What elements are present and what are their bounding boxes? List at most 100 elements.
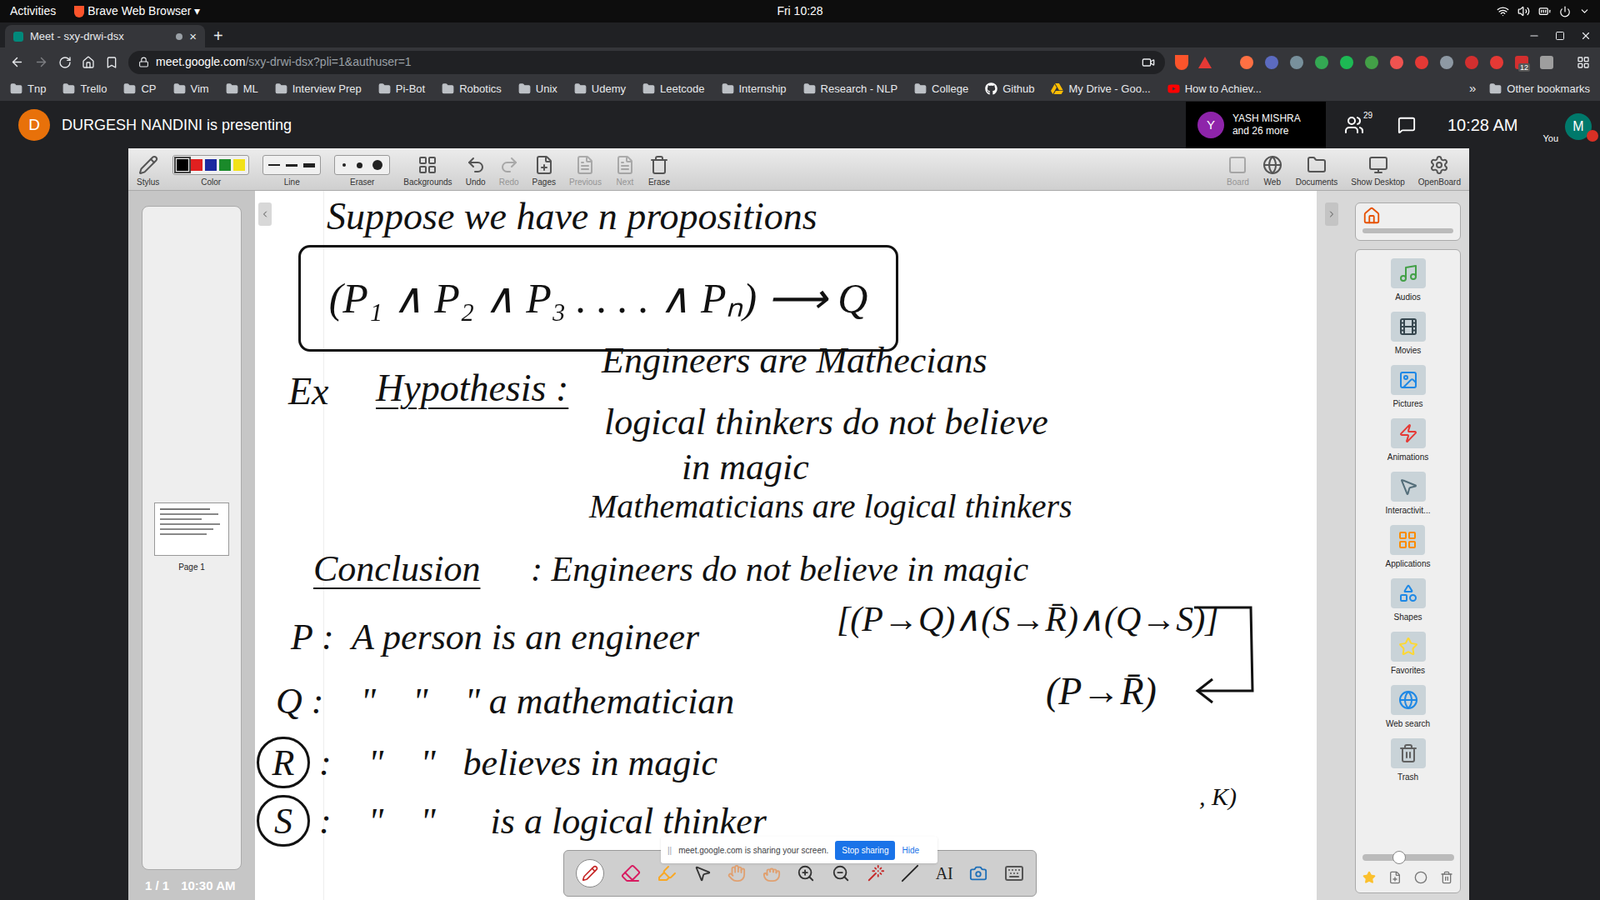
extension-icon[interactable]: [1315, 55, 1329, 70]
highlighter-icon[interactable]: [656, 863, 677, 884]
library-item[interactable]: Audios: [1390, 258, 1426, 304]
color-swatch[interactable]: [219, 159, 231, 171]
media-icon[interactable]: [1540, 55, 1554, 70]
library-item[interactable]: Interactivit...: [1385, 471, 1431, 517]
library-item[interactable]: Favorites: [1390, 631, 1426, 677]
keyboard-icon[interactable]: [1004, 863, 1025, 884]
extension-icon[interactable]: [1465, 55, 1479, 70]
eraser-large[interactable]: [372, 160, 383, 170]
toolbar-button[interactable]: OpenBoard: [1418, 148, 1461, 190]
toolbar-button[interactable]: Web: [1262, 148, 1283, 190]
activities-button[interactable]: Activities: [10, 2, 56, 20]
new-tab-button[interactable]: +: [213, 27, 224, 45]
extension-icon[interactable]: [1490, 55, 1504, 70]
zoom-out-icon[interactable]: [831, 864, 850, 883]
extension-icon[interactable]: [1290, 55, 1304, 70]
volume-icon[interactable]: [1517, 5, 1530, 18]
drag-handle[interactable]: ||: [667, 844, 672, 857]
address-field[interactable]: meet.google.com/sxy-drwi-dsx?pli=1&authu…: [128, 50, 1165, 75]
minimize-icon[interactable]: [1528, 30, 1540, 42]
participant-chip[interactable]: YYASH MISHRAand 26 more: [1185, 101, 1326, 149]
bookmark-item[interactable]: Vim: [173, 80, 210, 98]
bookmark-item[interactable]: Unix: [518, 80, 558, 98]
extension-icon[interactable]: [1240, 55, 1254, 70]
back-icon[interactable]: [10, 55, 25, 70]
people-button[interactable]: 29: [1344, 115, 1365, 135]
bookmark-item[interactable]: Robotics: [441, 80, 502, 98]
erasers-group[interactable]: Eraser: [334, 148, 390, 190]
interact-icon[interactable]: [727, 864, 746, 883]
extension-icon[interactable]: [1340, 55, 1354, 70]
maximize-icon[interactable]: [1555, 30, 1565, 41]
bookmark-item[interactable]: Trello: [62, 80, 107, 98]
extension-icon[interactable]: [1415, 55, 1429, 70]
library-item[interactable]: Pictures: [1390, 365, 1426, 410]
bookmark-item[interactable]: Udemy: [574, 80, 626, 98]
eraser-icon[interactable]: [620, 863, 641, 884]
bookmark-item[interactable]: Tnp: [10, 80, 46, 98]
toolbar-button[interactable]: Undo: [465, 148, 486, 190]
toolbar-button[interactable]: Backgrounds: [403, 148, 452, 190]
library-item[interactable]: Shapes: [1390, 578, 1426, 624]
selector-icon[interactable]: [693, 864, 712, 883]
toolbar-button[interactable]: Erase: [648, 148, 670, 190]
toolbar-button[interactable]: Pages: [532, 148, 556, 190]
toolbar-button[interactable]: Previous: [569, 148, 602, 190]
text-tool[interactable]: AI: [935, 860, 954, 886]
library-item[interactable]: Trash: [1390, 738, 1426, 784]
page-thumbnail[interactable]: [154, 502, 230, 556]
clock[interactable]: Fri 10:28: [536, 2, 1064, 20]
lines-group[interactable]: Line: [262, 148, 321, 190]
hide-button[interactable]: Hide: [901, 844, 920, 857]
extension-with-badge[interactable]: 12: [1515, 55, 1529, 70]
camera-icon[interactable]: [1141, 55, 1155, 70]
laser-icon[interactable]: [866, 864, 885, 883]
bookmark-item[interactable]: CP: [123, 80, 156, 98]
colors-group[interactable]: Color: [172, 148, 250, 190]
bookmark-item[interactable]: How to Achiev...: [1167, 80, 1262, 98]
bookmark-item[interactable]: My Drive - Goo...: [1050, 80, 1150, 98]
system-menu-icon[interactable]: [1579, 5, 1590, 17]
library-scrollbar[interactable]: [1362, 228, 1454, 234]
color-swatch[interactable]: [190, 159, 203, 171]
battery-icon[interactable]: [1538, 5, 1551, 18]
extension-icon[interactable]: [1365, 55, 1379, 70]
capture-icon[interactable]: [969, 864, 988, 883]
board[interactable]: Suppose we have n propositions(P₁ ∧ P₂ ∧…: [255, 190, 1317, 900]
bookmark-item[interactable]: Research - NLP: [803, 80, 898, 98]
library-item[interactable]: Movies: [1390, 311, 1426, 357]
bookmark-item[interactable]: ML: [225, 80, 259, 98]
self-tile[interactable]: YouM: [1542, 101, 1592, 149]
bookmark-item[interactable]: Leetcode: [642, 80, 705, 98]
line-thick[interactable]: [303, 163, 315, 168]
power-icon[interactable]: [1559, 5, 1571, 18]
line-thin[interactable]: [268, 164, 280, 166]
pen-tool[interactable]: [575, 859, 605, 888]
library-home-icon[interactable]: [1362, 206, 1381, 225]
zoom-slider[interactable]: [1362, 854, 1455, 861]
toolbar-button[interactable]: Show Desktop: [1350, 148, 1405, 190]
delete-icon[interactable]: [1440, 870, 1454, 885]
stop-sharing-button[interactable]: Stop sharing: [835, 840, 895, 860]
bookmark-item[interactable]: Github: [985, 80, 1035, 98]
pan-icon[interactable]: [762, 864, 781, 883]
bookmark-item[interactable]: College: [914, 80, 969, 98]
close-window-icon[interactable]: [1580, 30, 1592, 42]
line-medium[interactable]: [285, 164, 298, 167]
chat-icon[interactable]: [1397, 115, 1416, 135]
bookmark-item[interactable]: Interview Prep: [275, 80, 362, 98]
toolbar-button[interactable]: Next: [615, 148, 635, 190]
color-swatch[interactable]: [233, 159, 245, 171]
bookmark-icon[interactable]: [105, 55, 119, 70]
new-folder-icon[interactable]: [1388, 870, 1402, 885]
collapse-right-button[interactable]: [1325, 202, 1339, 226]
menu-icon[interactable]: [1576, 55, 1590, 70]
tab-close-button[interactable]: ×: [189, 30, 197, 43]
toolbar-button[interactable]: Documents: [1295, 148, 1339, 190]
collapse-left-button[interactable]: [258, 202, 272, 226]
wifi-icon[interactable]: [1496, 5, 1510, 18]
library-item[interactable]: Animations: [1387, 418, 1429, 464]
bookmarks-overflow[interactable]: »: [1457, 79, 1476, 99]
toolbar-button[interactable]: Stylus: [136, 148, 160, 190]
extension-icon[interactable]: [1440, 55, 1454, 70]
